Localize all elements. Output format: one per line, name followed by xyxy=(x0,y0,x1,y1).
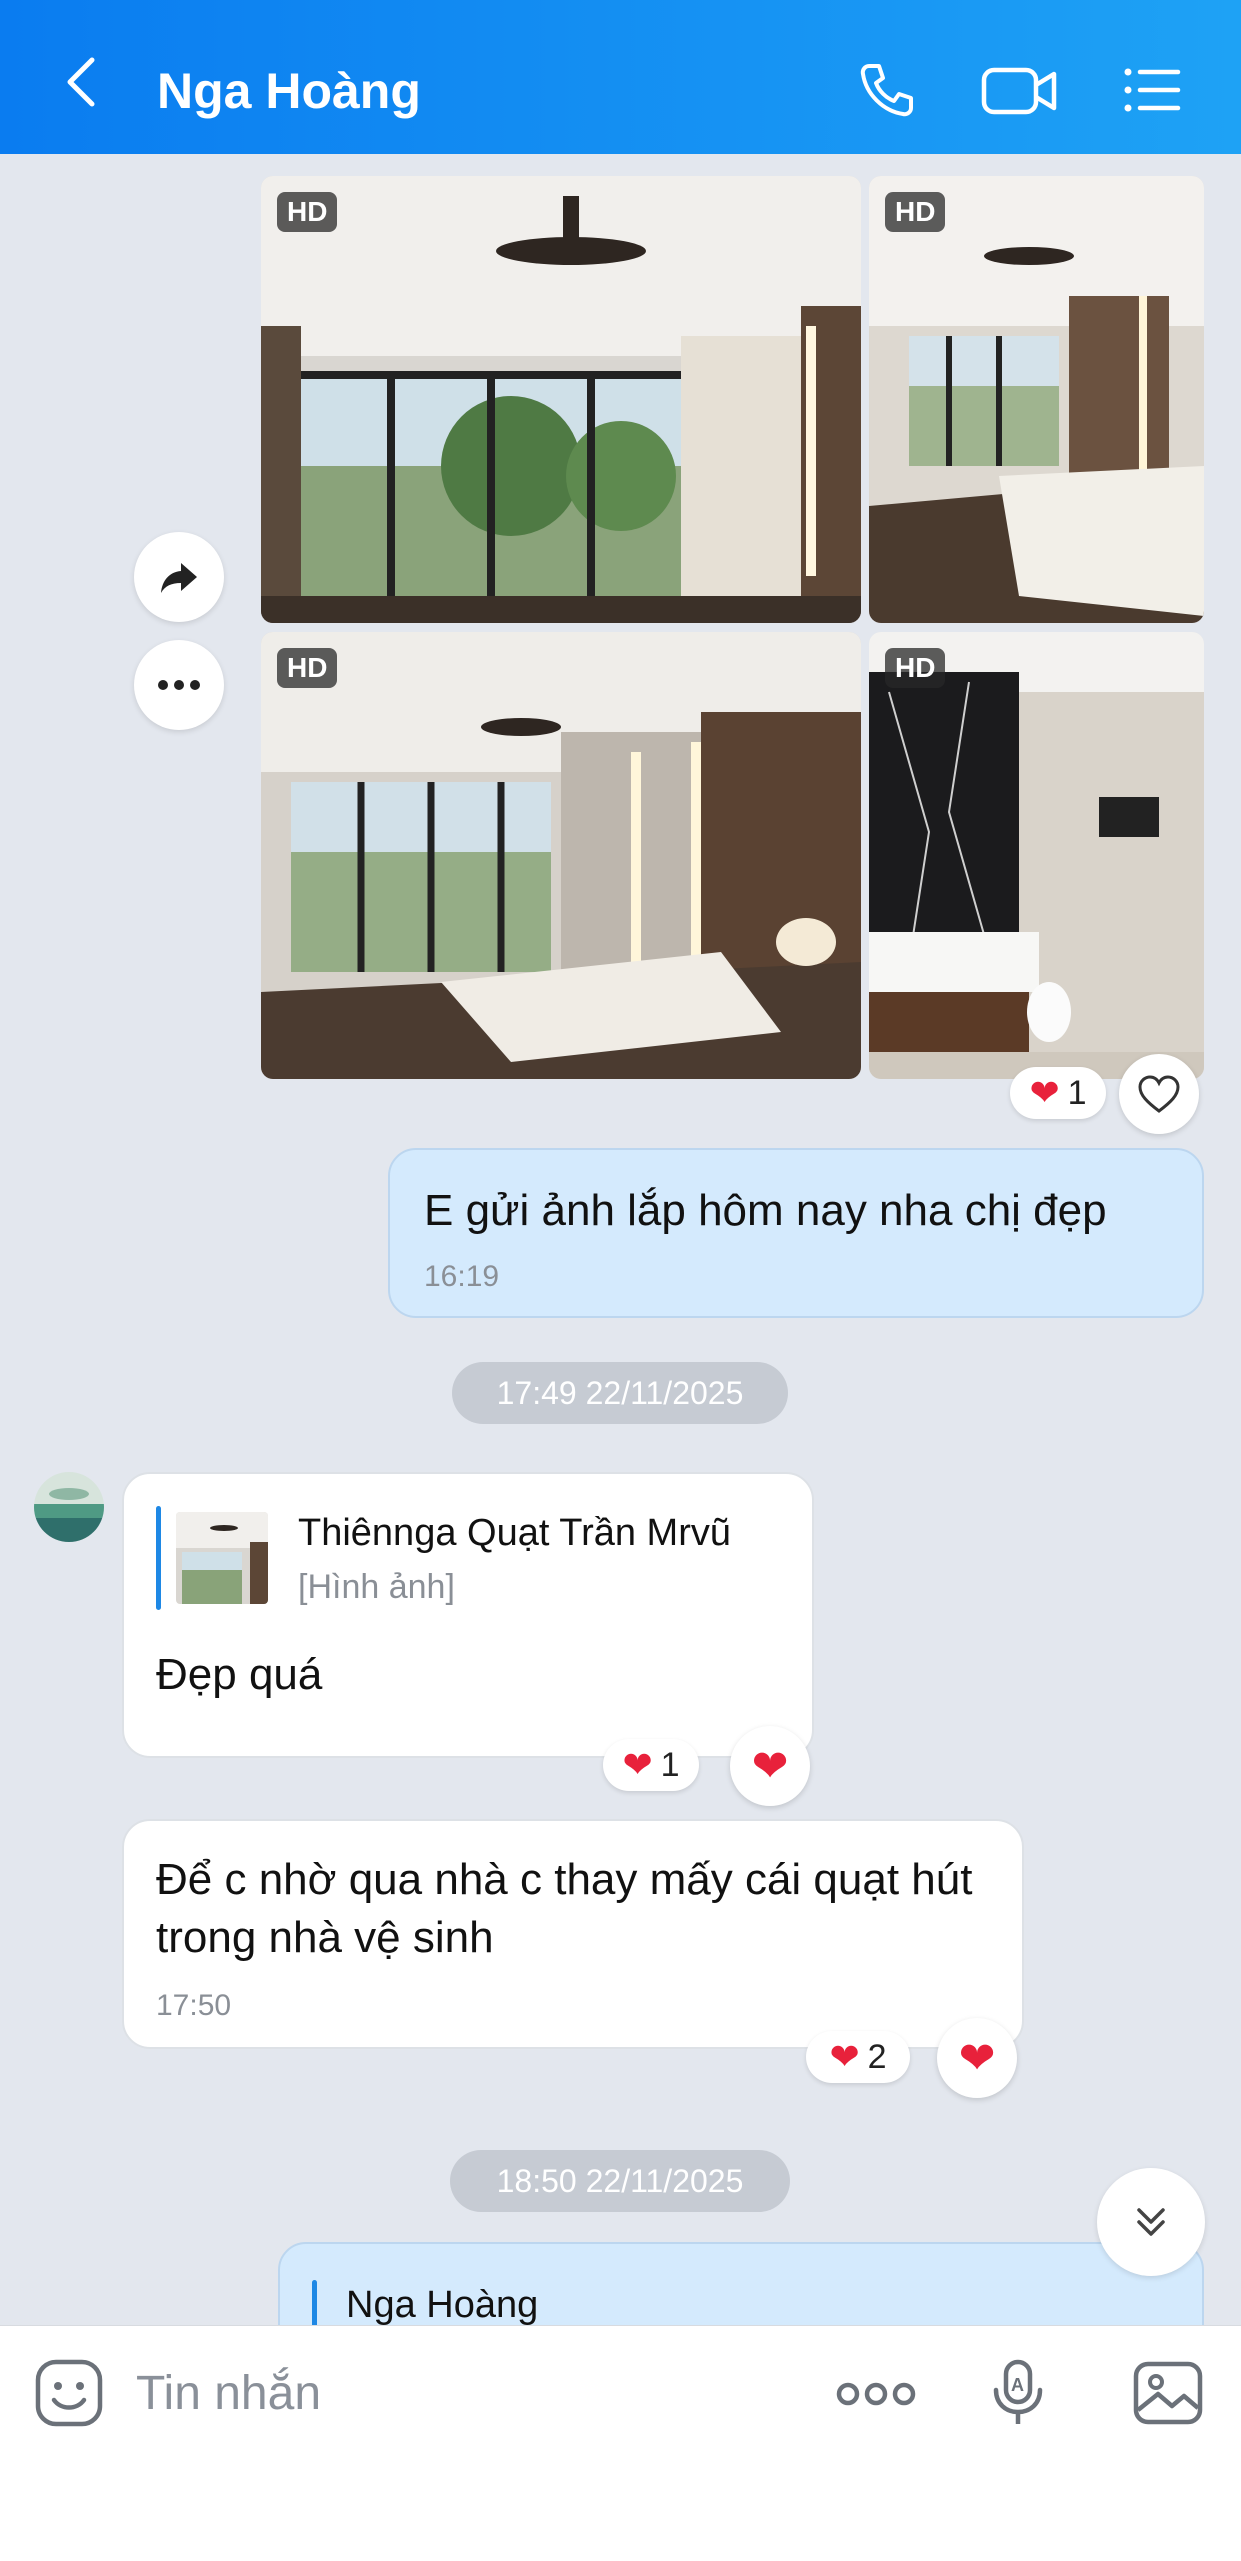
message-text: Đẹp quá xyxy=(156,1650,323,1699)
hd-badge: HD xyxy=(277,192,338,232)
sticker-icon[interactable] xyxy=(34,2358,104,2428)
svg-text:A: A xyxy=(1011,2375,1024,2395)
hd-badge: HD xyxy=(885,648,946,688)
phone-icon[interactable] xyxy=(855,58,919,122)
quote-sender: Nga Hoàng xyxy=(346,2284,539,2326)
scroll-down-button[interactable] xyxy=(1097,2168,1205,2276)
list-icon[interactable] xyxy=(1120,58,1184,122)
hd-badge: HD xyxy=(885,192,946,232)
message-text: Để c nhờ qua nhà c thay mấy cái quạt hút… xyxy=(156,1855,973,1962)
reaction-count: 2 xyxy=(867,2037,887,2076)
reaction-summary[interactable]: ❤ 2 xyxy=(806,2031,910,2083)
heart-outline-icon xyxy=(1138,1075,1180,1113)
message-time: 16:19 xyxy=(424,1260,500,1293)
reaction-summary[interactable]: ❤ 1 xyxy=(603,1739,699,1791)
quote-bar xyxy=(156,1506,161,1610)
double-chevron-down-icon xyxy=(1137,2208,1165,2236)
reaction-count: 1 xyxy=(1067,1073,1087,1112)
heart-icon: ❤ xyxy=(751,1741,789,1791)
back-icon[interactable] xyxy=(52,50,116,114)
react-button[interactable] xyxy=(1119,1054,1199,1134)
photo-bedroom-bed-view[interactable]: HD xyxy=(261,632,861,1079)
avatar[interactable] xyxy=(34,1472,104,1542)
photo-bedroom-side-view[interactable]: HD xyxy=(869,176,1204,623)
message-input-bar: Tin nhắn A xyxy=(0,2325,1241,2561)
message-input-placeholder: Tin nhắn xyxy=(136,2367,322,2420)
heart-icon: ❤ xyxy=(1029,1072,1060,1113)
heart-icon: ❤ xyxy=(958,2033,996,2083)
more-options-button[interactable] xyxy=(134,640,224,730)
quote-sender: Thiênnga Quạt Trần Mrvũ xyxy=(298,1512,731,1554)
heart-icon: ❤ xyxy=(829,2036,860,2077)
message-bubble-incoming[interactable]: Thiênnga Quạt Trần Mrvũ [Hình ảnh] Đẹp q… xyxy=(122,1472,814,1758)
forward-icon xyxy=(161,563,197,593)
video-icon[interactable] xyxy=(980,58,1060,122)
message-time: 17:50 xyxy=(156,1989,232,2022)
message-bubble-outgoing[interactable]: E gửi ảnh lắp hôm nay nha chị đẹp 16:19 xyxy=(388,1148,1204,1318)
share-button[interactable] xyxy=(134,532,224,622)
reaction-summary[interactable]: ❤ 1 xyxy=(1010,1067,1106,1119)
hd-badge: HD xyxy=(277,648,338,688)
reaction-count: 1 xyxy=(660,1745,680,1784)
dots-icon xyxy=(158,680,200,690)
quote-thumbnail xyxy=(176,1512,268,1604)
quote-text: [Hình ảnh] xyxy=(298,1568,455,1606)
message-input[interactable]: Tin nhắn xyxy=(136,2362,776,2426)
date-divider: 17:49 22/11/2025 xyxy=(452,1362,788,1424)
react-button[interactable]: ❤ xyxy=(937,2018,1017,2098)
heart-icon: ❤ xyxy=(622,1744,653,1785)
voice-icon[interactable]: A xyxy=(990,2358,1046,2428)
chat-title[interactable]: Nga Hoàng xyxy=(157,62,421,120)
react-button[interactable]: ❤ xyxy=(730,1726,810,1806)
date-divider: 18:50 22/11/2025 xyxy=(450,2150,790,2212)
image-icon[interactable] xyxy=(1132,2358,1204,2428)
photo-bedroom-window-view[interactable]: HD xyxy=(261,176,861,623)
more-icon[interactable] xyxy=(836,2376,916,2412)
message-text: E gửi ảnh lắp hôm nay nha chị đẹp xyxy=(424,1186,1107,1235)
message-bubble-incoming[interactable]: Để c nhờ qua nhà c thay mấy cái quạt hút… xyxy=(122,1819,1024,2049)
photo-bathroom-view[interactable]: HD xyxy=(869,632,1204,1079)
